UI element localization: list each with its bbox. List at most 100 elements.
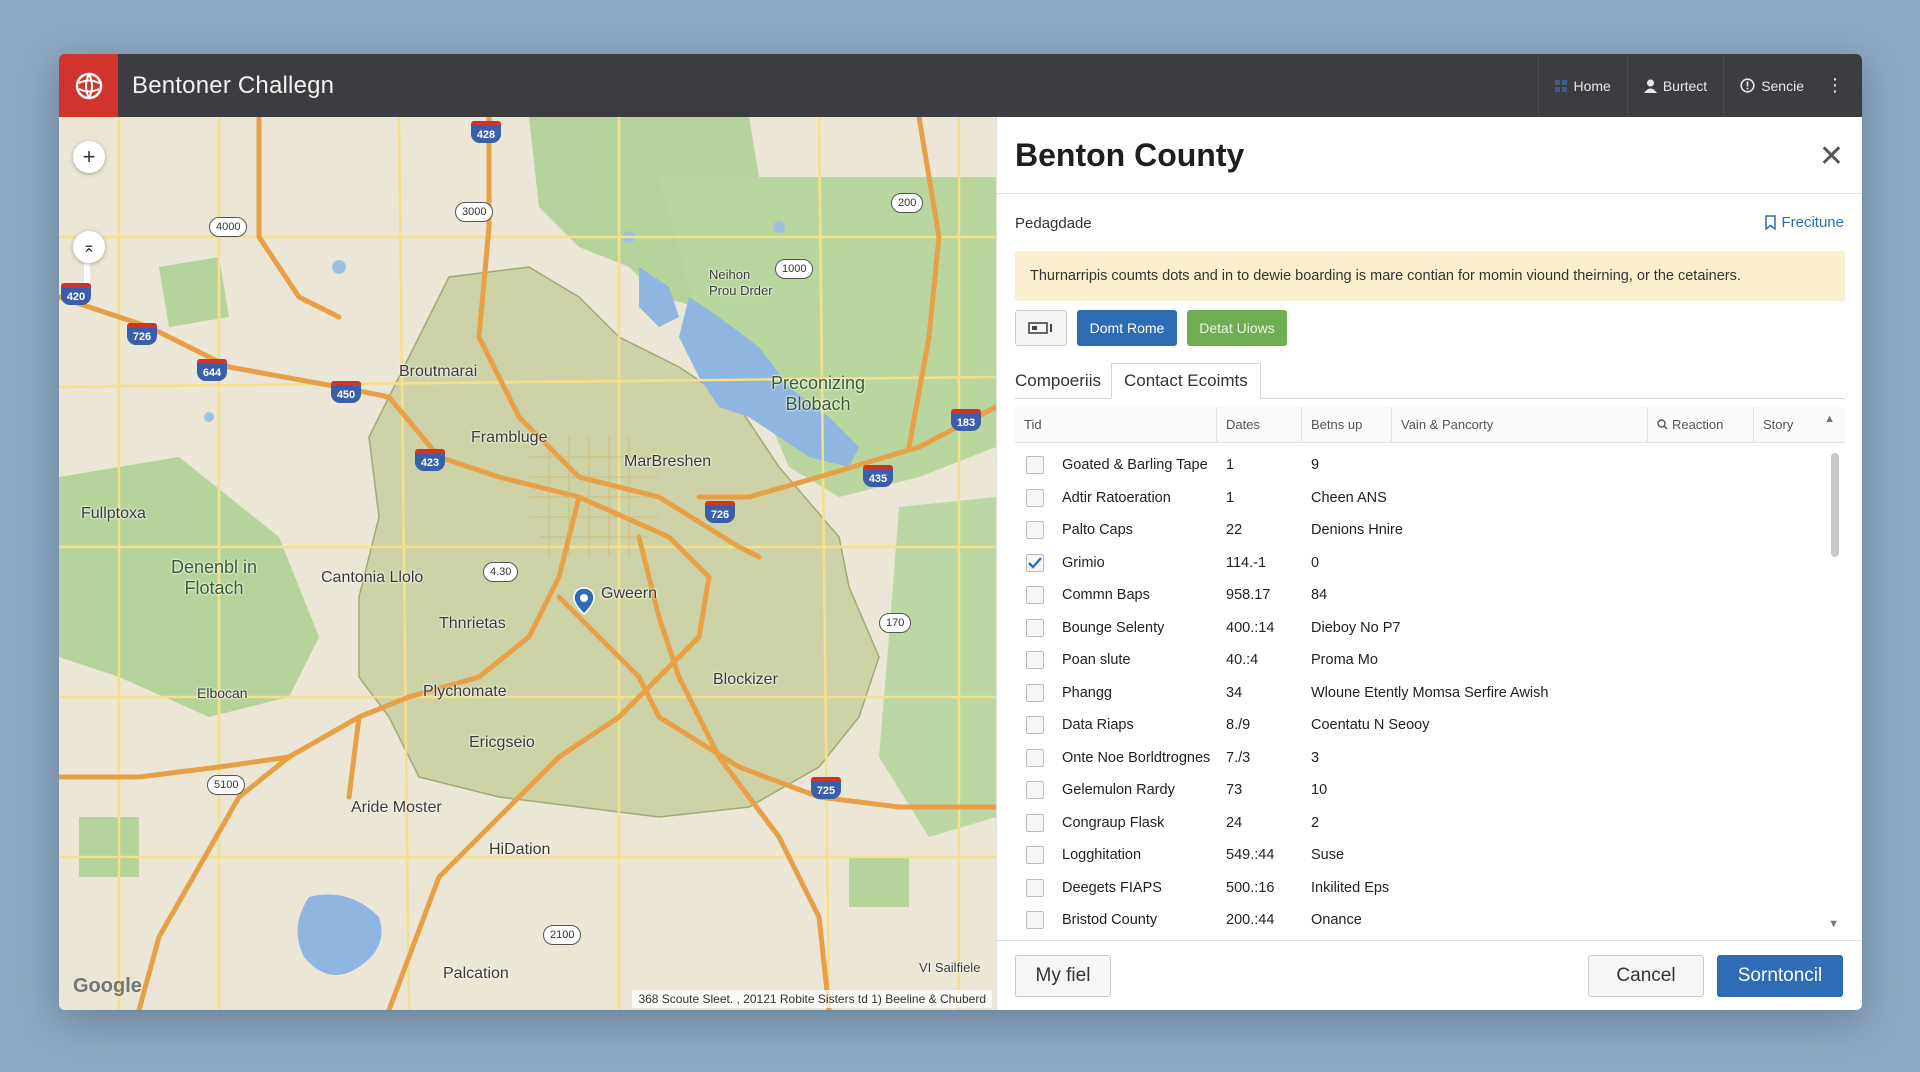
data-table: Tid Dates Betns up Vain & Pancorty React… [1015, 407, 1845, 930]
table-row[interactable]: Palto Caps 22 Denions Hnire [1015, 514, 1845, 547]
secondary-action-button[interactable]: Detat Uiows [1187, 310, 1287, 346]
row-checkbox[interactable] [1026, 618, 1044, 637]
row-checkbox[interactable] [1026, 586, 1044, 605]
row-checkbox[interactable] [1026, 846, 1044, 865]
row-checkbox[interactable] [1026, 683, 1044, 702]
row-betns: 3 [1311, 749, 1320, 766]
row-date: 114.-1 [1226, 554, 1267, 571]
row-name: Gelemulon Rardy [1062, 782, 1175, 799]
highway-shield: 726 [127, 323, 157, 345]
checkmark-icon [1028, 556, 1042, 569]
primary-action-button[interactable]: Domt Rome [1077, 310, 1177, 346]
row-name: Goated & Barling Tape [1062, 457, 1208, 474]
column-header-vain[interactable]: Vain & Pancorty [1392, 407, 1648, 442]
table-row[interactable]: Gelemulon Rardy 73 10 [1015, 774, 1845, 807]
highway-shield: 450 [331, 381, 361, 403]
feature-link[interactable]: Frecitune [1765, 214, 1844, 231]
map-view[interactable]: + ⌅ 428 420 726 644 450 423 726 435 183 … [59, 117, 996, 1010]
row-checkbox[interactable] [1026, 521, 1044, 540]
nav-burtect[interactable]: Burtect [1626, 54, 1723, 117]
submit-button[interactable]: Sorntoncil [1717, 955, 1843, 997]
route-marker: 4000 [209, 217, 248, 237]
route-marker: 1000 [775, 259, 814, 279]
tab-compoeriis[interactable]: Compoeriis [1015, 363, 1111, 398]
map-place-label: Elbocan [197, 685, 248, 701]
nav-home-label: Home [1573, 77, 1611, 94]
top-nav: Home Burtect Sencie ⋮ [1538, 54, 1862, 117]
column-header-tid[interactable]: Tid [1015, 407, 1217, 442]
nav-sencie[interactable]: Sencie [1723, 54, 1820, 117]
location-pin-icon[interactable] [573, 587, 595, 615]
table-scrollbar[interactable] [1829, 443, 1839, 930]
map-place-label: Thnrietas [439, 615, 506, 632]
row-betns: 9 [1311, 457, 1320, 474]
row-name: Grimio [1062, 554, 1105, 571]
row-checkbox[interactable] [1026, 553, 1044, 572]
route-marker: 5100 [207, 775, 246, 795]
user-icon [1643, 79, 1657, 93]
row-date: 500.:16 [1226, 879, 1275, 896]
close-icon[interactable]: ✕ [1819, 139, 1844, 174]
table-row[interactable]: Commn Baps 958.17 84 [1015, 579, 1845, 612]
row-date: 7./3 [1226, 749, 1251, 766]
highway-shield: 726 [705, 501, 735, 523]
row-date: 22 [1226, 522, 1243, 539]
app-logo[interactable] [59, 54, 118, 117]
row-checkbox[interactable] [1026, 813, 1044, 832]
column-header-reaction[interactable]: Reaction [1648, 407, 1754, 442]
row-betns: Dieboy No P7 [1311, 619, 1401, 636]
compass-icon[interactable]: ⌅ [73, 231, 105, 263]
table-row[interactable]: Data Riaps 8./9 Coentatu N Seooy [1015, 709, 1845, 742]
grid-icon [1555, 79, 1568, 92]
row-checkbox[interactable] [1026, 878, 1044, 897]
zoom-in-button[interactable]: + [73, 141, 105, 173]
table-row[interactable]: Goated & Barling Tape 1 9 [1015, 449, 1845, 482]
row-date: 400.:14 [1226, 619, 1275, 636]
table-row[interactable]: Phangg 34 Wloune Etently Momsa Serfire Awi… [1015, 677, 1845, 710]
scroll-up-icon[interactable]: ▲ [1824, 413, 1835, 425]
row-name: Onte Noe Borldtrognes [1062, 749, 1211, 766]
cancel-button[interactable]: Cancel [1588, 955, 1704, 997]
table-row[interactable]: Grimio 114.-1 0 [1015, 547, 1845, 580]
row-betns: Denions Hnire [1311, 522, 1403, 539]
map-attribution: 368 Scoute Sleet. , 20121 Robite Sisters… [632, 990, 992, 1008]
row-checkbox[interactable] [1026, 911, 1044, 930]
more-menu-icon[interactable]: ⋮ [1820, 75, 1862, 96]
table-row[interactable]: Deegets FIAPS 500.:16 Inkilited Eps [1015, 872, 1845, 905]
row-checkbox[interactable] [1026, 488, 1044, 507]
feature-link-label: Frecitune [1781, 214, 1844, 231]
row-date: 1 [1226, 457, 1235, 474]
table-row[interactable]: Onte Noe Borldtrognes 7./3 3 [1015, 742, 1845, 775]
my-file-button[interactable]: My fiel [1015, 955, 1111, 997]
table-row[interactable]: Logghitation 549.:44 Suse [1015, 839, 1845, 872]
map-place-label: Blockizer [713, 671, 778, 688]
row-checkbox[interactable] [1026, 716, 1044, 735]
column-header-story[interactable]: Story [1754, 407, 1824, 442]
table-row[interactable]: Poan slute 40.:4 Proma Mo [1015, 644, 1845, 677]
help-icon [1740, 78, 1755, 93]
nav-home[interactable]: Home [1538, 54, 1626, 117]
view-toggle-button[interactable] [1015, 310, 1067, 346]
table-row[interactable]: Congraup Flask 24 2 [1015, 807, 1845, 840]
row-name: Deegets FIAPS [1062, 879, 1162, 896]
row-checkbox[interactable] [1026, 781, 1044, 800]
scroll-thumb[interactable] [1831, 453, 1839, 557]
row-name: Bristod County [1062, 912, 1158, 929]
table-row[interactable]: Adtir Ratoeration 1 Cheen ANS [1015, 482, 1845, 515]
row-betns: 84 [1311, 587, 1328, 604]
row-date: 34 [1226, 684, 1243, 701]
table-row[interactable]: Bounge Selenty 400.:14 Dieboy No P7 [1015, 612, 1845, 645]
row-name: Logghitation [1062, 847, 1142, 864]
app-title: Bentoner Challegn [132, 71, 335, 99]
row-checkbox[interactable] [1026, 651, 1044, 670]
row-checkbox[interactable] [1026, 748, 1044, 767]
row-checkbox[interactable] [1026, 456, 1044, 475]
table-row[interactable]: Bristod County 200.:44 Onance [1015, 904, 1845, 930]
column-header-betns[interactable]: Betns up [1302, 407, 1392, 442]
column-header-dates[interactable]: Dates [1217, 407, 1302, 442]
tab-contact-ecoimts[interactable]: Contact Ecoimts [1110, 363, 1261, 399]
divider [997, 193, 1862, 194]
scroll-down-icon[interactable]: ▼ [1828, 918, 1839, 930]
map-brand-logo: Google [73, 975, 142, 997]
column-header-reaction-label: Reaction [1672, 417, 1724, 432]
